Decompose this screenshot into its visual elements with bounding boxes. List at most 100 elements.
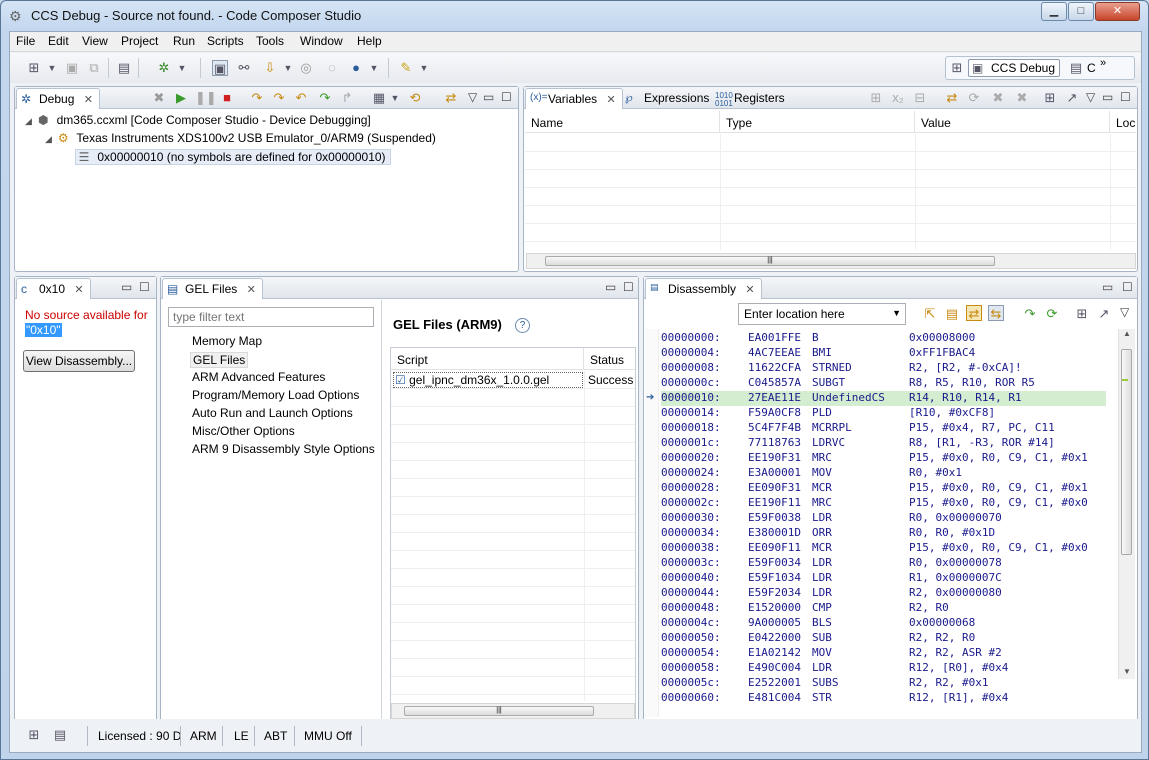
menu-help[interactable]: Help (357, 34, 382, 48)
link-icon[interactable]: ⇄ (944, 90, 960, 106)
show-source-icon[interactable]: ▤ (944, 306, 960, 322)
step-over-asm-icon[interactable]: ↷ (1022, 306, 1038, 322)
tree-item-emulator[interactable]: ◢ ⚙ Texas Instruments XDS100v2 USB Emula… (45, 131, 436, 145)
save-icon[interactable]: ▣ (64, 60, 80, 76)
drop-to-frame-icon[interactable]: ↱ (339, 90, 355, 106)
expand-arrow-icon[interactable]: ◢ (25, 116, 32, 126)
new-view-icon[interactable]: ⊞ (1074, 306, 1090, 322)
column-name[interactable]: Name (525, 111, 720, 133)
tools-dropdown-icon[interactable]: ▼ (416, 60, 432, 76)
clipboard-icon[interactable]: ▤ (52, 727, 68, 743)
disassembly-row[interactable]: 00000038: EE090F11 MCR P15, #0x0, R0, C9, C… (661, 541, 1106, 556)
sync-icon[interactable]: ⇆ (988, 305, 1004, 321)
disassembly-row[interactable]: 00000048: E1520000 CMP R2, R0 (661, 601, 1106, 616)
disassembly-row[interactable]: 00000030: E59F0038 LDR R0, 0x00000070 (661, 511, 1106, 526)
nav-disassembly-style[interactable]: ARM 9 Disassembly Style Options (192, 442, 375, 456)
close-icon[interactable]: ✕ (84, 94, 93, 106)
new-dropdown-icon[interactable]: ▼ (44, 60, 60, 76)
more-perspectives[interactable]: » (1100, 57, 1106, 69)
scroll-thumb[interactable]: ||| (545, 256, 995, 266)
debug-dropdown-icon[interactable]: ▼ (174, 60, 190, 76)
open-perspective-icon[interactable]: ⊞ (949, 60, 965, 76)
remove-icon[interactable]: ⊟ (912, 90, 928, 106)
menu-edit[interactable]: Edit (48, 34, 69, 48)
disassembly-row[interactable]: 00000044: E59F2034 LDR R2, 0x00000080 (661, 586, 1106, 601)
variables-hscrollbar[interactable]: ||| (526, 253, 1136, 269)
tab-gel-files[interactable]: ▤ GEL Files ✕ (162, 278, 263, 299)
step-into-icon[interactable]: ↷ (249, 90, 265, 106)
new-view-icon[interactable]: ⊞ (1042, 90, 1058, 106)
disassembly-vscrollbar[interactable]: ▲ ▼ (1118, 329, 1135, 679)
disassembly-row[interactable]: 00000024: E3A00001 MOV R0, #0x1 (661, 466, 1106, 481)
disassembly-row[interactable]: 00000028: EE090F31 MCR P15, #0x0, R0, C9, C… (661, 481, 1106, 496)
link-active-context-icon[interactable]: ⇄ (966, 305, 982, 321)
view-menu-icon[interactable]: ▽ (1086, 90, 1095, 104)
nav-program-memory[interactable]: Program/Memory Load Options (192, 388, 359, 402)
minimize-button[interactable]: ▁ (1041, 2, 1067, 21)
menu-tools[interactable]: Tools (256, 34, 284, 48)
disassembly-row[interactable]: 00000014: F59A0CF8 PLD [R10, #0xCF8] (661, 406, 1106, 421)
restart-icon[interactable]: ⟲ (407, 90, 423, 106)
disassembly-row[interactable]: 0000002c: EE190F11 MRC P15, #0x0, R0, C9, C… (661, 496, 1106, 511)
step-return-icon[interactable]: ↶ (293, 90, 309, 106)
menu-window[interactable]: Window (300, 34, 343, 48)
tab-variables[interactable]: (x)= Variables ✕ (525, 88, 623, 109)
reset-dropdown-icon[interactable]: ▼ (387, 90, 403, 106)
load-dropdown-icon[interactable]: ▼ (280, 60, 296, 76)
disassembly-row[interactable]: 00000058: E490C004 LDR R12, [R0], #0x4 (661, 661, 1106, 676)
tab-disassembly[interactable]: ▤ Disassembly ✕ (645, 278, 762, 299)
disassembly-row[interactable]: 00000010: 27EAE11E UndefinedCS R14, R10, R1… (661, 391, 1106, 406)
disassembly-row[interactable]: 00000000: EA001FFE B 0x00008000 (661, 331, 1106, 346)
view-menu-icon[interactable]: ▽ (1120, 305, 1129, 319)
column-script[interactable]: Script (391, 348, 584, 370)
disassembly-row[interactable]: 00000050: E0422000 SUB R2, R2, R0 (661, 631, 1106, 646)
column-status[interactable]: Status (584, 348, 635, 370)
refresh-icon[interactable]: ⟳ (1044, 306, 1060, 322)
resume-icon[interactable]: ▶ (173, 90, 189, 106)
tree-item-stack-frame[interactable]: ☰ 0x00000010 (no symbols are defined for… (75, 149, 391, 165)
go-to-pc-icon[interactable]: ⇱ (922, 306, 938, 322)
link-view-icon[interactable]: ⇄ (443, 90, 459, 106)
add-global-icon[interactable]: x₂ (890, 90, 906, 106)
perspective-c[interactable]: C (1087, 61, 1096, 75)
maximize-view-icon[interactable]: ☐ (623, 280, 634, 294)
maximize-button[interactable]: □ (1068, 2, 1094, 21)
nav-memory-map[interactable]: Memory Map (192, 334, 262, 348)
perspective-ccs-debug[interactable]: ▣ CCS Debug (968, 59, 1061, 77)
close-icon[interactable]: ✕ (606, 94, 615, 106)
maximize-view-icon[interactable]: ☐ (1120, 90, 1131, 104)
disassembly-row[interactable]: 0000005c: E2522001 SUBS R2, R2, #0x1 (661, 676, 1106, 691)
disassembly-row[interactable]: 00000034: E380001D ORR R0, R0, #0x1D (661, 526, 1106, 541)
debug-bug-icon[interactable]: ✲ (156, 60, 172, 76)
nav-auto-run[interactable]: Auto Run and Launch Options (192, 406, 353, 420)
scroll-down-icon[interactable]: ▼ (1123, 667, 1131, 676)
column-value[interactable]: Value (915, 111, 1110, 133)
minimize-view-icon[interactable]: ▭ (1102, 90, 1113, 104)
disassembly-row[interactable]: 0000003c: E59F0034 LDR R0, 0x00000078 (661, 556, 1106, 571)
disassembly-row[interactable]: 00000008: 11622CFA STRNED R2, [R2, #-0xCA]! (661, 361, 1106, 376)
new-icon[interactable]: ⊞ (26, 60, 42, 76)
step-over-icon[interactable]: ↷ (271, 90, 287, 106)
disassembly-row[interactable]: 00000054: E1A02142 MOV R2, R2, ASR #2 (661, 646, 1106, 661)
scroll-thumb[interactable]: ||| (404, 706, 594, 716)
minimize-view-icon[interactable]: ▭ (605, 280, 616, 294)
scroll-up-icon[interactable]: ▲ (1123, 329, 1131, 338)
toggle-breakpoint-icon[interactable]: ◎ (298, 60, 314, 76)
help-icon[interactable]: ? (515, 318, 530, 333)
disassembly-row[interactable]: 0000000c: C045857A SUBGT R8, R5, R10, ROR R… (661, 376, 1106, 391)
tab-expressions[interactable]: ℘ Expressions (622, 88, 715, 109)
disassembly-row[interactable]: 00000020: EE190F31 MRC P15, #0x0, R0, C9, C… (661, 451, 1106, 466)
disassembly-row[interactable]: 0000001c: 77118763 LDRVC R8, [R1, -R3, ROR … (661, 436, 1106, 451)
disassembly-row[interactable]: 0000004c: 9A000005 BLS 0x00000068 (661, 616, 1106, 631)
expand-arrow-icon[interactable]: ◢ (45, 134, 52, 144)
close-icon[interactable]: ✕ (745, 284, 754, 296)
disassembly-row[interactable]: 00000004: 4AC7EEAE BMI 0xFF1FBAC4 (661, 346, 1106, 361)
chevron-down-icon[interactable]: ▼ (892, 308, 901, 318)
terminate-icon[interactable]: ■ (219, 90, 235, 106)
continuous-refresh-icon[interactable]: ⟳ (966, 90, 982, 106)
nav-arm-advanced[interactable]: ARM Advanced Features (192, 370, 325, 384)
maximize-view-icon[interactable]: ☐ (1122, 280, 1133, 294)
tab-registers[interactable]: 1010 0101 Registers (712, 88, 791, 109)
location-input[interactable]: Enter location here (744, 307, 845, 321)
location-combo[interactable]: Enter location here ▼ (738, 303, 906, 325)
